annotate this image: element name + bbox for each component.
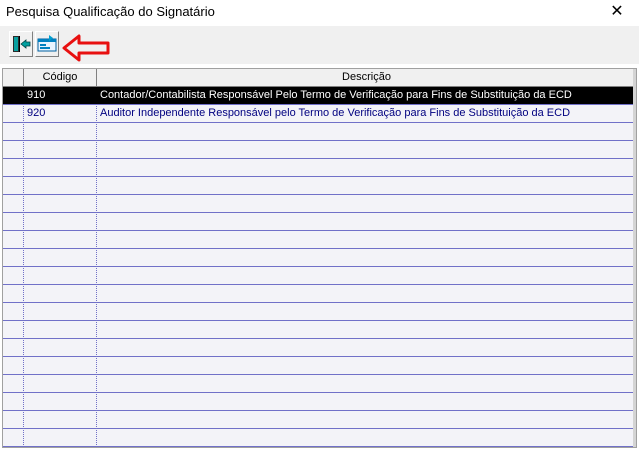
table-row[interactable]: 920 Auditor Independente Responsável pel…: [3, 105, 636, 122]
vertical-scrollbar[interactable]: [633, 69, 636, 447]
column-separator: [96, 69, 97, 447]
table-row[interactable]: 910 Contador/Contabilista Responsável Pe…: [3, 87, 636, 104]
grid-background: [3, 69, 636, 447]
title-bar: Pesquisa Qualificação do Signatário ✕: [0, 0, 639, 26]
select-record-icon: [37, 35, 57, 52]
cell-codigo: 920: [27, 107, 46, 119]
toolbar: [0, 26, 639, 64]
cell-descricao: Contador/Contabilista Responsável Pelo T…: [100, 89, 572, 101]
close-button[interactable]: ✕: [605, 1, 629, 23]
header-indicator: [3, 69, 24, 86]
column-header-codigo[interactable]: Código: [24, 69, 97, 86]
row-indicator: [3, 105, 23, 122]
column-header-descricao[interactable]: Descrição: [97, 69, 636, 86]
cell-codigo: 910: [27, 89, 46, 101]
grid-header: Código Descrição: [3, 69, 636, 87]
column-separator: [23, 69, 24, 447]
select-button[interactable]: [35, 31, 59, 57]
red-arrow-left-icon: [62, 34, 110, 62]
row-indicator: [3, 87, 23, 104]
results-grid[interactable]: Código Descrição 910 Contador/Contabilis…: [2, 68, 637, 448]
cell-descricao: Auditor Independente Responsável pelo Te…: [100, 107, 571, 119]
exit-door-icon: [13, 36, 31, 52]
exit-button[interactable]: [9, 31, 33, 57]
window-title: Pesquisa Qualificação do Signatário: [6, 4, 215, 19]
